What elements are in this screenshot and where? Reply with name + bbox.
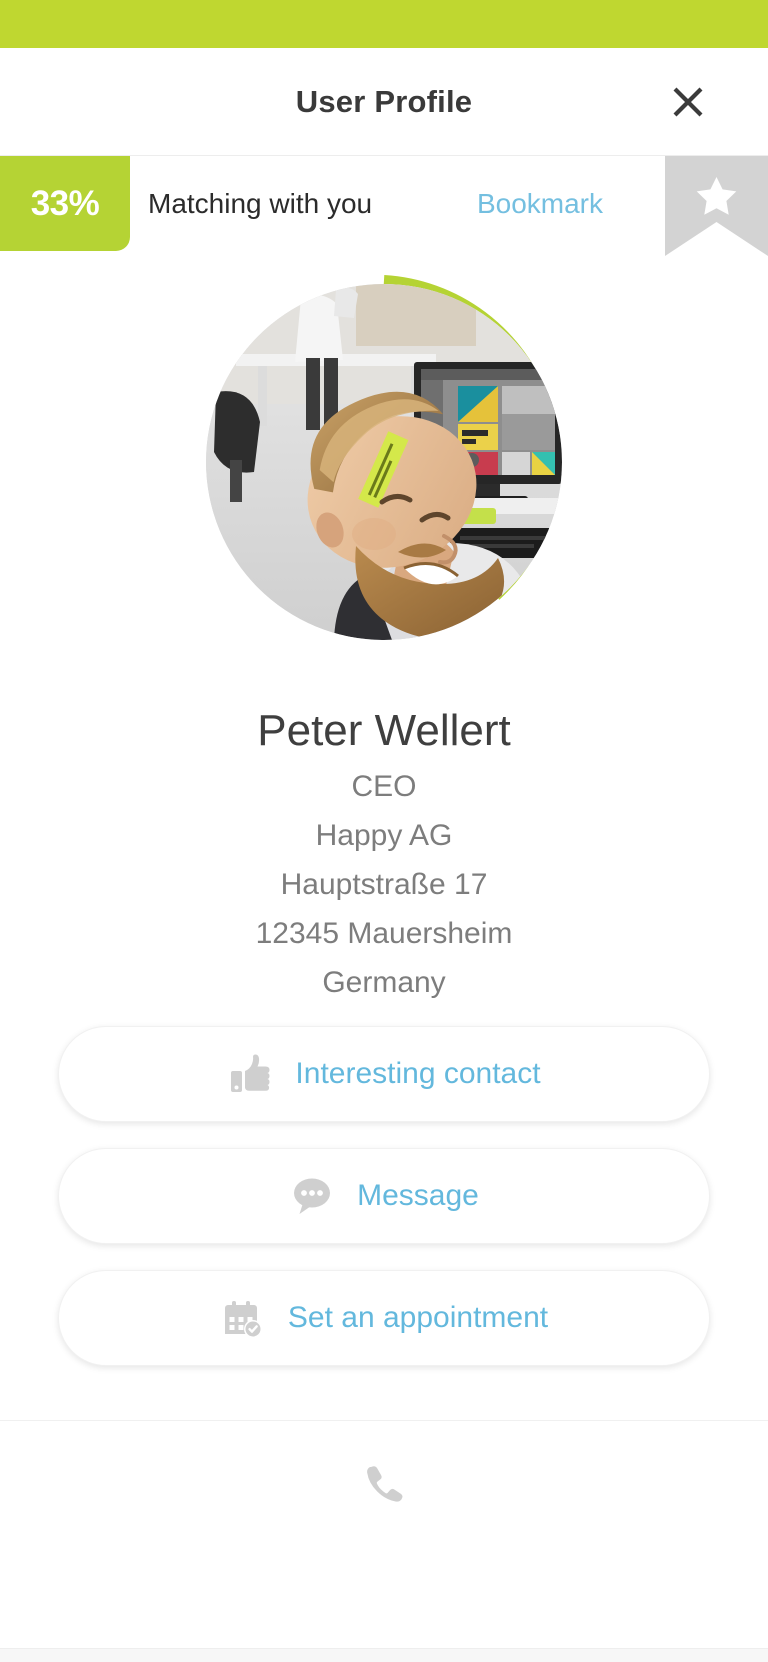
identity-block: Peter Wellert CEO Happy AG Hauptstraße 1… [0, 700, 768, 1007]
bookmark-ribbon-button[interactable] [665, 156, 768, 256]
close-icon [671, 85, 705, 119]
person-detail-company: Happy AG [0, 811, 768, 860]
avatar [206, 284, 562, 640]
match-percentage-value: 33% [31, 184, 100, 224]
set-appointment-button[interactable]: Set an appointment [58, 1270, 710, 1366]
bookmark-link[interactable]: Bookmark [477, 156, 603, 251]
message-label: Message [357, 1181, 479, 1211]
thumbs-up-icon [227, 1051, 273, 1097]
match-percentage-badge: 33% [0, 156, 130, 251]
footer-strip [0, 1648, 768, 1662]
close-button[interactable] [666, 80, 710, 124]
calendar-check-icon [220, 1295, 266, 1341]
avatar-with-progress [194, 272, 574, 652]
matching-bar: 33% Matching with you Bookmark [0, 155, 768, 250]
matching-label: Matching with you [148, 156, 372, 251]
person-detail-role: CEO [0, 762, 768, 811]
modal-header: User Profile [0, 48, 768, 155]
action-button-list: Interesting contact Message [0, 1026, 768, 1392]
interesting-contact-label: Interesting contact [295, 1059, 540, 1089]
person-detail-street: Hauptstraße 17 [0, 860, 768, 909]
call-button[interactable] [0, 1420, 768, 1648]
user-profile-screen: User Profile 33% Matching with you Bookm… [0, 0, 768, 1662]
interesting-contact-button[interactable]: Interesting contact [58, 1026, 710, 1122]
phone-icon [362, 1461, 406, 1510]
page-title: User Profile [296, 84, 472, 120]
person-detail-country: Germany [0, 958, 768, 1007]
set-appointment-label: Set an appointment [288, 1303, 548, 1333]
person-name: Peter Wellert [0, 700, 768, 762]
speech-bubble-icon [289, 1173, 335, 1219]
person-detail-city: 12345 Mauersheim [0, 909, 768, 958]
brand-bar [0, 0, 768, 48]
message-button[interactable]: Message [58, 1148, 710, 1244]
